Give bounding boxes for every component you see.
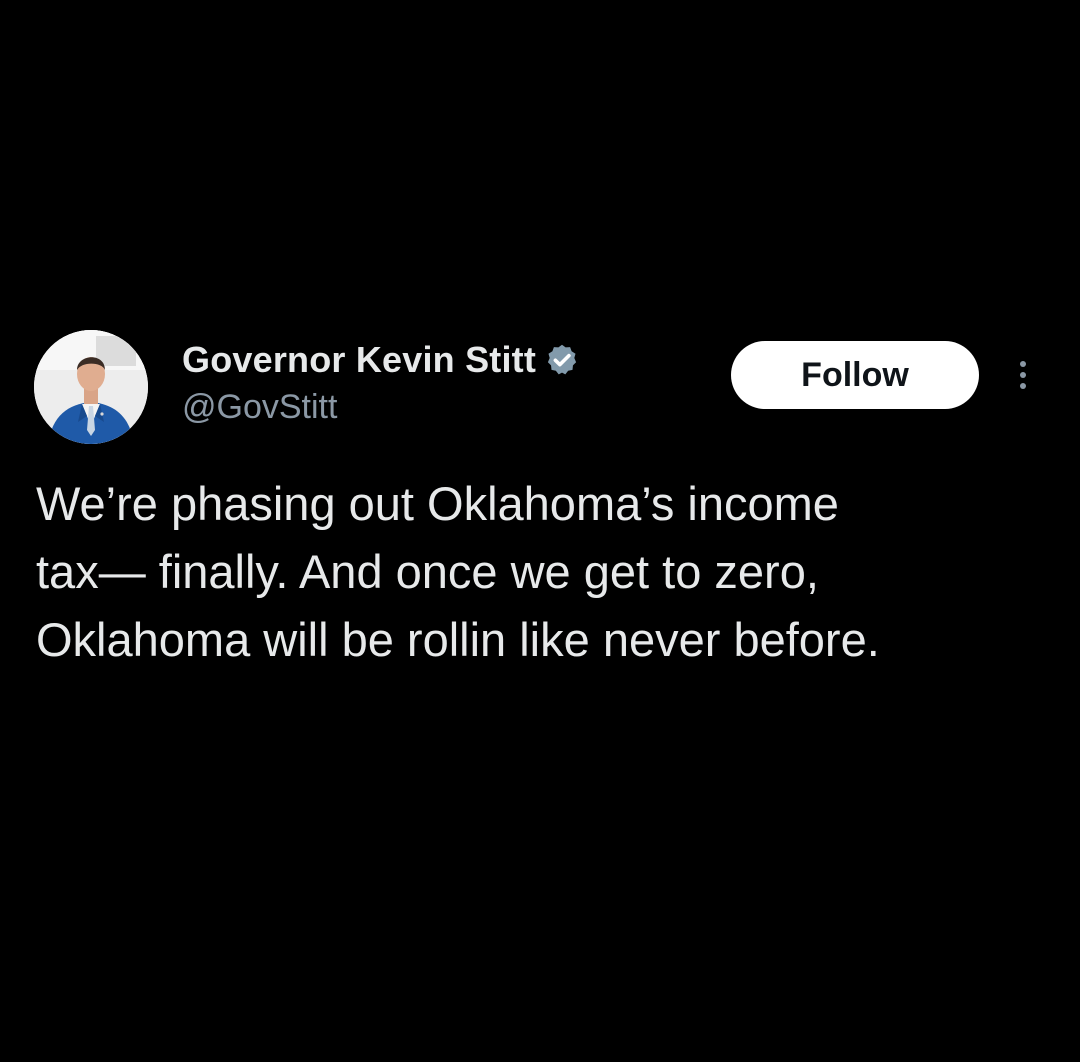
author-handle[interactable]: @GovStitt [182,388,337,427]
avatar[interactable] [34,330,148,444]
tweet-text-line: tax— finally. And once we get to zero, [36,545,819,598]
author-display-name[interactable]: Governor Kevin Stitt [182,339,536,381]
avatar-photo-icon [34,330,148,444]
tweet-text: We’re phasing out Oklahoma’s income tax—… [36,470,1046,674]
follow-button[interactable]: Follow [731,341,979,409]
tweet-card: Governor Kevin Stitt @GovStitt Follow We… [0,0,1080,1062]
more-dot [1020,372,1026,378]
verified-badge-icon [547,344,577,375]
more-options-icon[interactable] [1008,352,1038,398]
tweet-text-line: We’re phasing out Oklahoma’s income [36,477,839,530]
author-name-row: Governor Kevin Stitt [182,338,580,382]
more-dot [1020,383,1026,389]
tweet-text-line: Oklahoma will be rollin like never befor… [36,613,880,666]
more-dot [1020,361,1026,367]
